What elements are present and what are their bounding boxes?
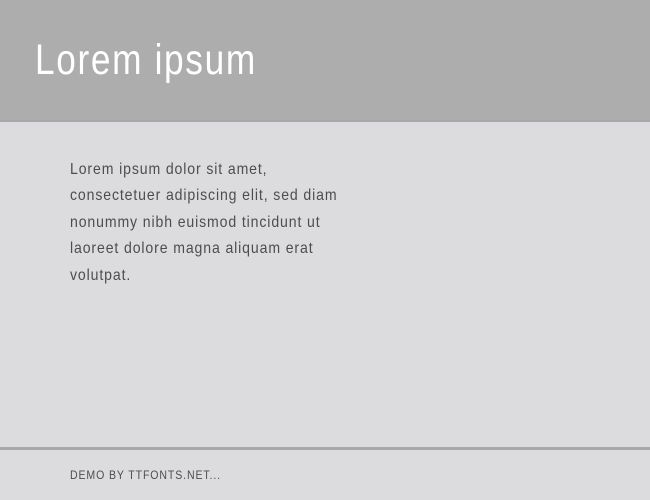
- footer-text: Demo by ttfonts.net...: [70, 468, 519, 482]
- page-title: Lorem ipsum: [35, 36, 257, 85]
- content-area: Lorem ipsum dolor sit amet, consectetuer…: [0, 122, 650, 447]
- footer: Demo by ttfonts.net...: [0, 450, 650, 500]
- header-banner: Lorem ipsum: [0, 0, 650, 120]
- body-text: Lorem ipsum dolor sit amet, consectetuer…: [70, 157, 343, 289]
